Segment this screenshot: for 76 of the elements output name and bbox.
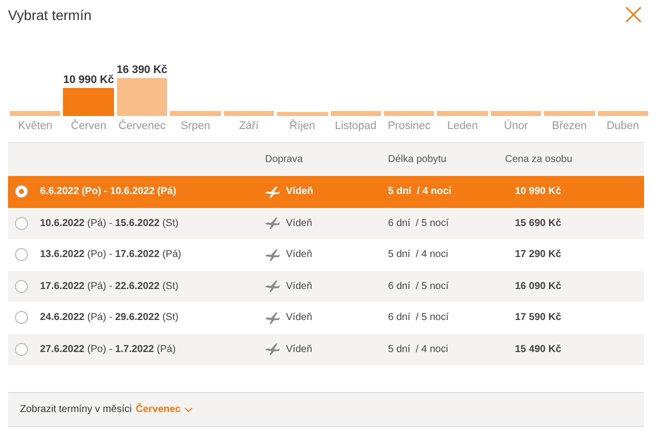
stay-length: 6 dní / 5 nocí <box>388 312 450 324</box>
month-bar[interactable] <box>63 88 114 116</box>
month-bar[interactable] <box>116 78 168 116</box>
month-label[interactable]: Květen <box>10 116 60 136</box>
month-label[interactable]: Leden <box>437 116 488 136</box>
price-label: 16 390 Kč <box>116 64 168 76</box>
radio-button[interactable] <box>15 311 28 324</box>
stay-length: 5 dní / 4 noci <box>388 344 450 355</box>
month-label[interactable]: Červen <box>63 116 114 136</box>
chevron-down-icon <box>184 406 193 412</box>
departure-city: Vídeň <box>286 249 312 260</box>
date-range: 27.6.2022 (Po) - 1.7.2022 (Pá) <box>40 344 177 355</box>
month-bar[interactable] <box>490 111 542 116</box>
month-bar[interactable] <box>437 111 488 116</box>
month-bar[interactable] <box>544 111 595 116</box>
price-per-person: 17 290 Kč <box>514 249 562 260</box>
date-row[interactable]: 17.6.2022 (Pá) - 22.6.2022 (St) Vídeň 6 dní / 5 nocí 16 090 Kč <box>8 270 644 302</box>
month-bar[interactable] <box>170 111 221 116</box>
date-range: 24.6.2022 (Pá) - 29.6.2022 (St) <box>40 312 180 324</box>
month-bar[interactable] <box>277 112 328 116</box>
departure-city: Vídeň <box>286 218 312 229</box>
airplane-icon <box>265 248 280 261</box>
month-bar[interactable] <box>330 111 381 116</box>
month-label[interactable]: Listopad <box>330 116 381 136</box>
radio-button[interactable] <box>15 342 28 356</box>
month-label[interactable]: Prosinec <box>384 116 434 136</box>
price-label: 10 990 Kč <box>62 74 115 86</box>
stay-length: 5 dní / 4 noci <box>388 249 450 260</box>
month-label[interactable]: Duben <box>598 116 648 136</box>
price-per-person: 15 690 Kč <box>514 218 562 229</box>
month-label[interactable]: Září <box>224 116 274 136</box>
month-label[interactable]: Únor <box>490 116 542 136</box>
date-row[interactable]: 27.6.2022 (Po) - 1.7.2022 (Pá) Vídeň 5 dní / 4 noci 15 490 Kč <box>8 334 644 365</box>
departure-city: Vídeň <box>286 312 312 324</box>
radio-button[interactable] <box>15 280 28 293</box>
date-row[interactable]: 13.6.2022 (Po) - 17.6.2022 (Pá) Vídeň 5 dní / 4 noci 17 290 Kč <box>8 239 644 270</box>
airplane-icon <box>265 312 280 324</box>
column-header: Doprava <box>265 154 304 165</box>
month-bar[interactable] <box>384 111 434 116</box>
stay-length: 6 dní / 5 nocí <box>388 218 450 229</box>
month-link[interactable]: Červenec <box>136 404 193 415</box>
month-label[interactable]: Březen <box>544 116 595 136</box>
departure-city: Vídeň <box>286 186 314 198</box>
airplane-icon <box>265 343 280 356</box>
month-label[interactable]: Srpen <box>170 116 221 136</box>
month-bar[interactable] <box>10 111 60 116</box>
date-row[interactable]: 24.6.2022 (Pá) - 29.6.2022 (St) Vídeň 6 dní / 5 nocí 17 590 Kč <box>8 302 644 334</box>
airplane-icon <box>265 186 280 198</box>
price-per-person: 17 590 Kč <box>514 312 562 324</box>
stay-length: 6 dní / 5 nocí <box>388 280 450 292</box>
date-range: 6.6.2022 (Po) - 10.6.2022 (Pá) <box>40 186 178 198</box>
radio-button[interactable] <box>15 248 28 262</box>
date-range: 13.6.2022 (Po) - 17.6.2022 (Pá) <box>40 249 182 260</box>
radio-button[interactable] <box>15 185 28 198</box>
date-range: 10.6.2022 (Pá) - 15.6.2022 (St) <box>40 218 180 229</box>
radio-button[interactable] <box>15 216 28 230</box>
dialog-title: Vybrat termín <box>8 7 92 23</box>
airplane-icon <box>265 280 280 292</box>
departure-city: Vídeň <box>286 280 312 292</box>
date-row[interactable]: 6.6.2022 (Po) - 10.6.2022 (Pá) Vídeň 5 dní / 4 noci 10 990 Kč <box>8 176 644 208</box>
stay-length: 5 dní / 4 noci <box>388 186 452 198</box>
airplane-icon <box>265 217 280 230</box>
month-bar[interactable] <box>598 111 648 116</box>
departure-city: Vídeň <box>286 344 312 355</box>
month-label[interactable]: Červenec <box>116 116 168 136</box>
column-header: Délka pobytu <box>388 154 448 165</box>
month-bar[interactable] <box>224 111 274 116</box>
price-per-person: 15 490 Kč <box>514 344 562 355</box>
close-button[interactable]: × <box>620 4 646 26</box>
price-per-person: 16 090 Kč <box>514 280 562 292</box>
price-per-person: 10 990 Kč <box>514 186 562 198</box>
date-range: 17.6.2022 (Pá) - 22.6.2022 (St) <box>40 280 180 292</box>
footer-text: Zobrazit termíny v měsíci <box>20 404 132 415</box>
month-label[interactable]: Říjen <box>277 116 328 136</box>
date-row[interactable]: 10.6.2022 (Pá) - 15.6.2022 (St) Vídeň 6 dní / 5 nocí 15 690 Kč <box>8 208 644 239</box>
column-header: Cena za osobu <box>505 154 574 165</box>
